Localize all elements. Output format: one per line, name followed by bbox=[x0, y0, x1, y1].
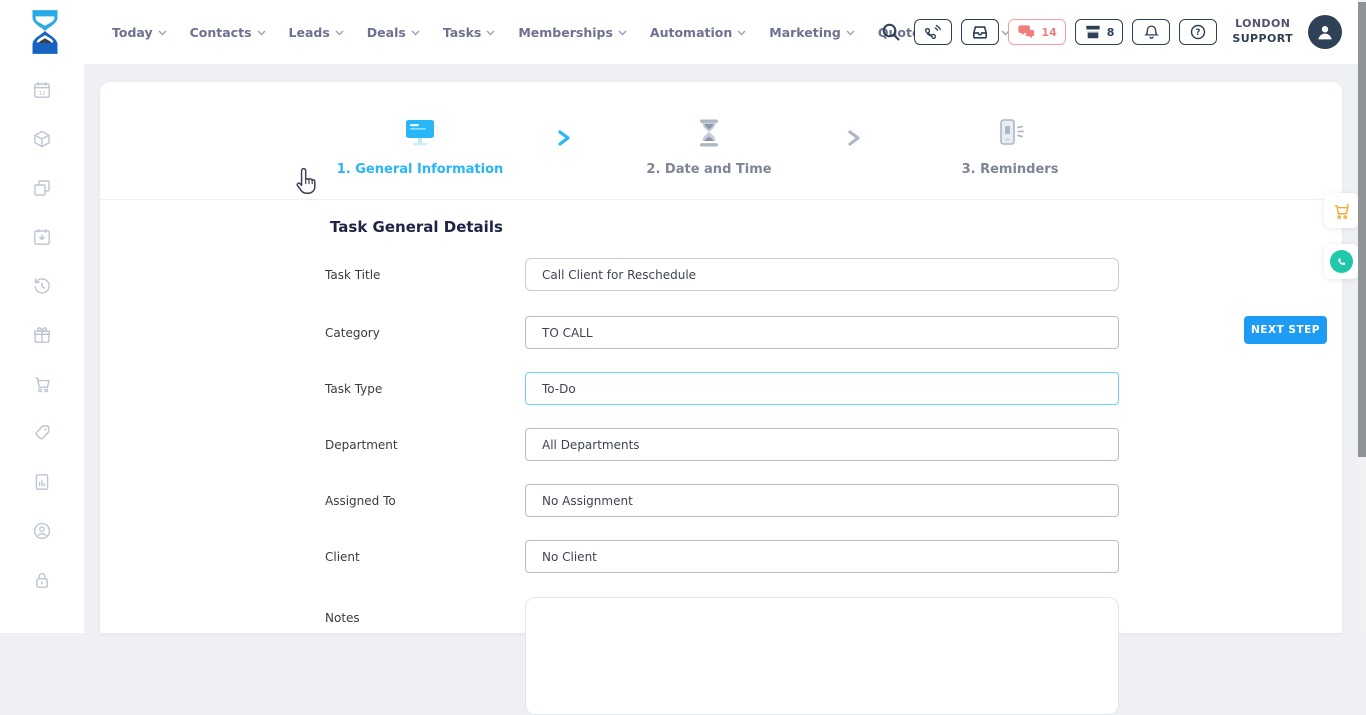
phone-reminder-icon bbox=[994, 118, 1026, 148]
nav-item-marketing[interactable]: Marketing bbox=[769, 25, 855, 40]
chevron-down-icon bbox=[618, 30, 627, 36]
chevron-down-icon bbox=[486, 30, 495, 36]
scrollbar-thumb[interactable] bbox=[1358, 2, 1366, 457]
inbox-icon bbox=[971, 24, 989, 40]
assigned-to-input[interactable] bbox=[525, 484, 1119, 517]
department-input[interactable] bbox=[525, 428, 1119, 461]
chat-bubbles-icon bbox=[1017, 24, 1036, 40]
chevron-down-icon bbox=[335, 30, 344, 36]
gift-icon[interactable] bbox=[32, 325, 52, 345]
field-row-assigned-to: Assigned To bbox=[100, 484, 1342, 517]
user-avatar[interactable] bbox=[1308, 15, 1342, 49]
nav-item-memberships[interactable]: Memberships bbox=[518, 25, 627, 40]
package-icon[interactable] bbox=[32, 129, 52, 149]
monitor-icon bbox=[403, 118, 437, 148]
nav-item-today[interactable]: Today bbox=[112, 25, 167, 40]
chat-button[interactable]: 14 bbox=[1008, 19, 1065, 45]
chevron-down-icon bbox=[158, 30, 167, 36]
search-icon bbox=[881, 22, 901, 42]
user-circle-icon[interactable] bbox=[32, 521, 52, 541]
field-row-task-title: Task Title bbox=[100, 258, 1342, 291]
wizard-steps: 1. General Information 2. Date and Time … bbox=[100, 82, 1342, 200]
nav-item-automation[interactable]: Automation bbox=[650, 25, 746, 40]
task-title-input[interactable] bbox=[525, 258, 1119, 291]
phone-volume-icon bbox=[924, 24, 942, 40]
app-logo-hourglass-icon[interactable] bbox=[20, 7, 70, 57]
chevron-down-icon bbox=[257, 30, 266, 36]
search-button[interactable] bbox=[881, 22, 901, 42]
left-sidebar: 12 bbox=[0, 64, 84, 633]
task-title-label: Task Title bbox=[325, 268, 380, 282]
nav-item-contacts[interactable]: Contacts bbox=[190, 25, 266, 40]
svg-text:?: ? bbox=[1196, 28, 1201, 38]
bell-icon bbox=[1143, 24, 1160, 41]
lock-icon[interactable] bbox=[32, 570, 52, 590]
field-row-department: Department bbox=[100, 428, 1342, 461]
account-name: LONDON SUPPORT bbox=[1232, 17, 1293, 47]
step-arrow-icon bbox=[847, 130, 861, 146]
hourglass-icon bbox=[696, 118, 722, 148]
store-button[interactable]: 8 bbox=[1075, 19, 1124, 45]
tags-icon[interactable] bbox=[32, 423, 52, 443]
category-input[interactable] bbox=[525, 316, 1119, 349]
history-icon[interactable] bbox=[32, 276, 52, 296]
phone-circle-icon bbox=[1330, 250, 1353, 273]
task-wizard-card: 1. General Information 2. Date and Time … bbox=[100, 82, 1342, 633]
field-row-notes: Notes bbox=[100, 597, 1342, 715]
top-header: Today Contacts Leads Deals Tasks Members… bbox=[0, 0, 1366, 64]
cart-icon bbox=[1332, 202, 1351, 220]
step-arrow-icon bbox=[557, 130, 571, 146]
task-type-input[interactable] bbox=[525, 372, 1119, 405]
notes-label: Notes bbox=[325, 611, 360, 625]
client-label: Client bbox=[325, 550, 360, 564]
vertical-scrollbar[interactable] bbox=[1358, 0, 1366, 633]
cart-icon[interactable] bbox=[32, 374, 52, 394]
field-row-client: Client bbox=[100, 540, 1342, 573]
chevron-down-icon bbox=[411, 30, 420, 36]
call-button[interactable] bbox=[914, 19, 952, 45]
report-icon[interactable] bbox=[32, 472, 52, 492]
client-input[interactable] bbox=[525, 540, 1119, 573]
inbox-button[interactable] bbox=[961, 19, 999, 45]
copy-icon[interactable] bbox=[32, 178, 52, 198]
task-type-label: Task Type bbox=[325, 382, 382, 396]
chevron-down-icon bbox=[846, 30, 855, 36]
category-label: Category bbox=[325, 326, 380, 340]
department-label: Department bbox=[325, 438, 398, 452]
quick-cart-button[interactable] bbox=[1324, 193, 1359, 228]
field-row-task-type: Task Type bbox=[100, 372, 1342, 405]
nav-item-deals[interactable]: Deals bbox=[367, 25, 420, 40]
calendar-import-icon[interactable] bbox=[32, 227, 52, 247]
nav-item-leads[interactable]: Leads bbox=[289, 25, 344, 40]
nav-item-tasks[interactable]: Tasks bbox=[443, 25, 496, 40]
assigned-to-label: Assigned To bbox=[325, 494, 396, 508]
form-title: Task General Details bbox=[330, 218, 503, 236]
store-icon bbox=[1084, 24, 1102, 40]
field-row-category: Category bbox=[100, 316, 1342, 349]
notes-textarea[interactable] bbox=[525, 597, 1119, 715]
wizard-step-reminders[interactable]: 3. Reminders bbox=[890, 116, 1130, 177]
chevron-down-icon bbox=[737, 30, 746, 36]
chat-count-badge: 14 bbox=[1041, 26, 1056, 39]
calendar-icon[interactable]: 12 bbox=[32, 80, 52, 100]
header-actions: 14 8 ? LONDON SUPPORT bbox=[881, 0, 1342, 64]
wizard-step-date-and-time[interactable]: 2. Date and Time bbox=[589, 116, 829, 177]
help-button[interactable]: ? bbox=[1179, 19, 1217, 45]
wizard-step-general-information[interactable]: 1. General Information bbox=[300, 116, 540, 177]
person-icon bbox=[1314, 21, 1336, 43]
next-step-button[interactable]: NEXT STEP bbox=[1244, 316, 1327, 344]
notifications-button[interactable] bbox=[1132, 19, 1170, 45]
svg-text:12: 12 bbox=[38, 91, 45, 97]
store-count-badge: 8 bbox=[1107, 26, 1115, 39]
quick-call-button[interactable] bbox=[1324, 244, 1359, 279]
help-icon: ? bbox=[1189, 23, 1207, 41]
